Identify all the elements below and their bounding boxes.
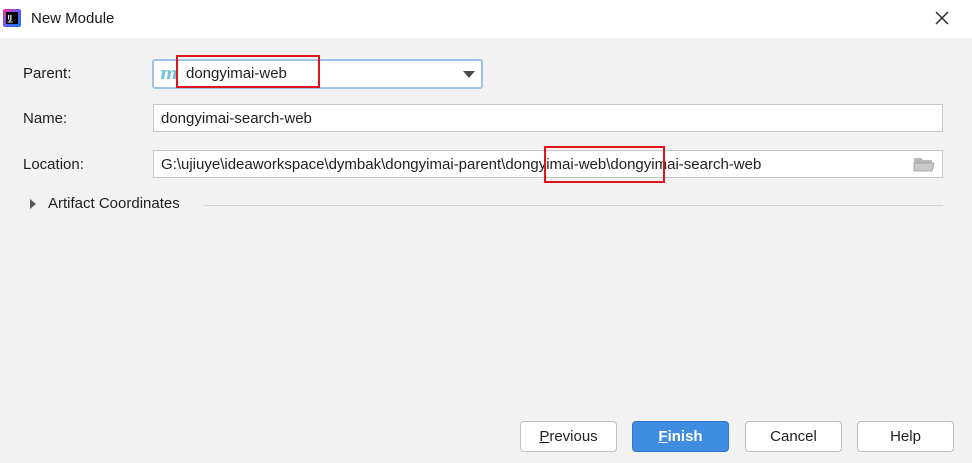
parent-select[interactable]: m dongyimai-web [152, 59, 483, 89]
cancel-button[interactable]: Cancel [745, 421, 842, 452]
close-button[interactable] [930, 6, 954, 30]
section-divider [204, 205, 943, 206]
folder-icon [913, 158, 935, 172]
parent-value: dongyimai-web [186, 65, 287, 82]
chevron-down-icon[interactable] [463, 71, 475, 78]
svg-text:IJ: IJ [8, 15, 12, 22]
browse-button[interactable] [913, 155, 937, 175]
artifact-coordinates-label: Artifact Coordinates [48, 195, 180, 212]
location-prefix: G:\ujiuye\ideaworkspace\dymbak\dongyimai… [161, 155, 506, 173]
cancel-label: Cancel [770, 428, 817, 445]
previous-label: revious [549, 428, 598, 445]
close-icon [935, 11, 949, 25]
name-field[interactable]: dongyimai-search-web [153, 104, 943, 132]
location-highlight: dongyimai-web [505, 155, 607, 173]
help-button[interactable]: Help [857, 421, 954, 452]
finish-button[interactable]: Finish [632, 421, 729, 452]
parent-label: Parent: [23, 65, 72, 82]
previous-mnemonic: P [539, 428, 550, 445]
maven-module-icon: m [160, 64, 178, 84]
help-label: Help [890, 428, 921, 445]
location-label: Location: [23, 156, 84, 173]
intellij-icon: IJ [3, 9, 21, 27]
previous-button[interactable]: Previous [520, 421, 617, 452]
artifact-coordinates-toggle[interactable]: Artifact Coordinates [30, 195, 180, 212]
new-module-dialog: Parent: m dongyimai-web Name: dongyimai-… [0, 38, 972, 463]
chevron-right-icon [30, 198, 36, 209]
title-bar: IJ New Module [0, 0, 972, 38]
location-suffix: \dongyimai-search-web [606, 155, 762, 173]
location-field[interactable]: G:\ujiuye\ideaworkspace\dymbak\dongyimai… [153, 150, 943, 178]
name-label: Name: [23, 110, 68, 127]
finish-label: inish [667, 428, 703, 445]
finish-mnemonic: F [658, 428, 668, 445]
window-title: New Module [31, 10, 115, 27]
name-value: dongyimai-search-web [161, 109, 312, 127]
